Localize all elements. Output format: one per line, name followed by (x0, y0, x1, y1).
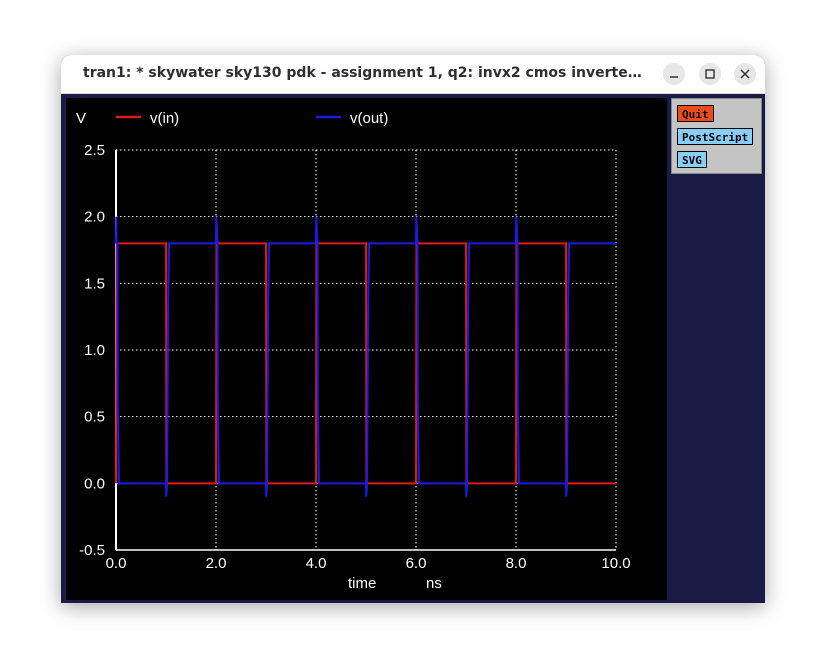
x-tick-label: 8.0 (506, 555, 527, 572)
x-tick-label: 2.0 (206, 555, 227, 572)
plot-window: tran1: * skywater sky130 pdk - assignmen… (61, 55, 765, 603)
x-tick-label: 10.0 (601, 555, 630, 572)
close-button[interactable] (734, 63, 756, 85)
transient-chart: 0.0 2.0 4.0 6.0 8.0 10.02.52.01.51.00.50.0-0.… (76, 110, 631, 592)
x-tick-label: 6.0 (406, 555, 427, 572)
postscript-button[interactable]: PostScript (677, 128, 754, 145)
y-tick-label: 0.5 (84, 409, 105, 426)
close-icon (740, 69, 750, 79)
maximize-icon (705, 69, 715, 79)
y-tick-label: -0.5 (79, 542, 105, 559)
y-tick-label: 0.0 (84, 475, 105, 492)
tick-labels: 0.0 2.0 4.0 6.0 8.0 10.02.52.01.51.00.50.0-0.… (79, 142, 630, 572)
y-tick-label: 1.0 (84, 342, 105, 359)
x-tick-label: 4.0 (306, 555, 327, 572)
plot-area[interactable]: 0.0 2.0 4.0 6.0 8.0 10.0 2.5 2.0 1.5 1.0 0.5 0.0 -0.… (66, 98, 667, 600)
x-axis-unit: ns (426, 575, 442, 592)
minimize-button[interactable] (663, 63, 685, 85)
button-panel: Quit PostScript SVG (671, 98, 762, 174)
legend-label-vin: v(in) (150, 110, 179, 127)
y-tick-label: 2.0 (84, 209, 105, 226)
y-tick-label: 1.5 (84, 275, 105, 292)
traces (115, 216, 616, 497)
x-axis-label: time (348, 575, 376, 592)
legend-label-vout: v(out) (350, 110, 388, 127)
trace-vin (115, 242, 616, 485)
titlebar[interactable]: tran1: * skywater sky130 pdk - assignmen… (61, 55, 765, 94)
quit-button[interactable]: Quit (677, 105, 714, 122)
maximize-button[interactable] (699, 63, 721, 85)
minimize-icon (670, 76, 678, 78)
x-tick-label: 0.0 (106, 555, 127, 572)
y-axis-label: V (76, 110, 86, 127)
y-tick-label: 2.5 (84, 142, 105, 159)
window-title: tran1: * skywater sky130 pdk - assignmen… (83, 65, 643, 81)
svg-button[interactable]: SVG (677, 151, 707, 168)
